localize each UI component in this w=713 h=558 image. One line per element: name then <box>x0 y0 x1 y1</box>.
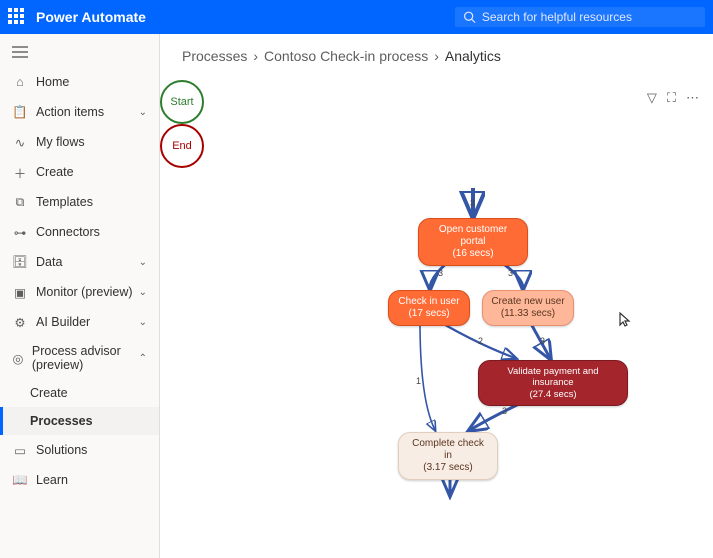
edge-count: 3 <box>508 268 513 278</box>
sidebar: ⌂ Home 📋 Action items ⌄ ∿ My flows ＋ Create ⧉… <box>0 34 160 558</box>
sidebar-item-label: Templates <box>36 195 93 209</box>
chevron-down-icon: ⌄ <box>139 107 147 118</box>
sidebar-item-label: Create <box>36 165 74 179</box>
sidebar-item-label: Home <box>36 75 69 89</box>
brand-title: Power Automate <box>36 9 455 25</box>
sidebar-item-label: Process advisor (preview) <box>32 344 139 372</box>
node-duration: (3.17 secs) <box>407 462 489 474</box>
breadcrumb-processes[interactable]: Processes <box>182 48 247 64</box>
sidebar-item-label: Create <box>30 386 68 400</box>
sidebar-item-create[interactable]: ＋ Create <box>0 157 159 187</box>
ai-icon: ⚙ <box>12 314 28 330</box>
sidebar-item-action-items[interactable]: 📋 Action items ⌄ <box>0 97 159 127</box>
sidebar-item-connectors[interactable]: ⊶ Connectors <box>0 217 159 247</box>
waffle-icon[interactable] <box>8 8 26 26</box>
node-duration: (27.4 secs) <box>487 389 619 400</box>
sidebar-item-label: Data <box>36 255 62 269</box>
sidebar-item-label: AI Builder <box>36 315 90 329</box>
search-box[interactable] <box>455 7 705 27</box>
sidebar-item-label: Action items <box>36 105 104 119</box>
sidebar-item-label: Monitor (preview) <box>36 285 133 299</box>
chevron-down-icon: ⌄ <box>139 317 147 328</box>
connectors-icon: ⊶ <box>12 224 28 240</box>
flow-icon: ∿ <box>12 134 28 150</box>
plus-icon: ＋ <box>12 164 28 180</box>
sidebar-item-templates[interactable]: ⧉ Templates <box>0 187 159 217</box>
search-icon <box>463 10 476 24</box>
edge-count: 2 <box>478 336 483 346</box>
chevron-up-icon: ⌃ <box>139 353 147 364</box>
sidebar-item-home[interactable]: ⌂ Home <box>0 67 159 97</box>
node-duration: (17 secs) <box>397 308 461 320</box>
main-content: Processes › Contoso Check-in process › A… <box>160 34 713 558</box>
sidebar-item-label: Processes <box>30 414 93 428</box>
process-icon: ◎ <box>12 350 24 366</box>
node-title: Create new user <box>491 296 565 308</box>
node-start[interactable]: Start <box>160 80 204 124</box>
search-input[interactable] <box>482 10 697 24</box>
sidebar-item-pa-create[interactable]: Create <box>0 379 159 407</box>
book-icon: 📖 <box>12 472 28 488</box>
node-duration: (16 secs) <box>427 248 519 260</box>
node-title: Check in user <box>397 296 461 308</box>
node-create-new-user[interactable]: Create new user (11.33 secs) <box>482 290 574 326</box>
app-header: Power Automate <box>0 0 713 34</box>
process-map-canvas[interactable]: Start Open customer portal (16 secs) Che… <box>160 80 713 558</box>
node-complete-check-in[interactable]: Complete check in (3.17 secs) <box>398 432 498 480</box>
node-end[interactable]: End <box>160 124 204 168</box>
node-duration: (11.33 secs) <box>491 308 565 320</box>
node-label: End <box>172 140 192 152</box>
node-title: Complete check in <box>407 438 489 462</box>
sidebar-item-process-advisor[interactable]: ◎ Process advisor (preview)⌃ <box>0 337 159 379</box>
breadcrumb: Processes › Contoso Check-in process › A… <box>160 34 713 78</box>
sidebar-item-learn[interactable]: 📖 Learn <box>0 465 159 495</box>
chevron-right-icon: › <box>253 48 258 64</box>
monitor-icon: ▣ <box>12 284 28 300</box>
solutions-icon: ▭ <box>12 442 28 458</box>
sidebar-item-ai-builder[interactable]: ⚙ AI Builder ⌄ <box>0 307 159 337</box>
sidebar-item-label: Learn <box>36 473 68 487</box>
home-icon: ⌂ <box>12 74 28 90</box>
templates-icon: ⧉ <box>12 194 28 210</box>
sidebar-item-data[interactable]: 🗄 Data ⌄ <box>0 247 159 277</box>
edge-count: 3 <box>540 336 545 346</box>
edge-count: 1 <box>416 376 421 386</box>
breadcrumb-analytics: Analytics <box>445 48 501 64</box>
chevron-down-icon: ⌄ <box>139 257 147 268</box>
cursor-icon <box>615 312 631 328</box>
edge-count: 3 <box>502 406 507 416</box>
sidebar-item-my-flows[interactable]: ∿ My flows <box>0 127 159 157</box>
hamburger-icon[interactable] <box>0 40 159 67</box>
sidebar-item-pa-processes[interactable]: Processes <box>0 407 159 435</box>
sidebar-item-label: Connectors <box>36 225 100 239</box>
node-label: Start <box>170 96 193 108</box>
clipboard-icon: 📋 <box>12 104 28 120</box>
data-icon: 🗄 <box>12 254 28 270</box>
edge-count: 3 <box>470 198 475 208</box>
edge-count: 3 <box>438 268 443 278</box>
node-title: Open customer portal <box>427 224 519 248</box>
node-open-customer-portal[interactable]: Open customer portal (16 secs) <box>418 218 528 266</box>
node-validate-payment[interactable]: Validate payment and insurance (27.4 sec… <box>478 360 628 406</box>
sidebar-item-label: Solutions <box>36 443 87 457</box>
sidebar-item-monitor[interactable]: ▣ Monitor (preview) ⌄ <box>0 277 159 307</box>
breadcrumb-process-name[interactable]: Contoso Check-in process <box>264 48 428 64</box>
node-check-in-user[interactable]: Check in user (17 secs) <box>388 290 470 326</box>
sidebar-item-label: My flows <box>36 135 85 149</box>
chevron-down-icon: ⌄ <box>139 287 147 298</box>
sidebar-item-solutions[interactable]: ▭ Solutions <box>0 435 159 465</box>
node-title: Validate payment and insurance <box>487 366 619 389</box>
chevron-right-icon: › <box>434 48 439 64</box>
